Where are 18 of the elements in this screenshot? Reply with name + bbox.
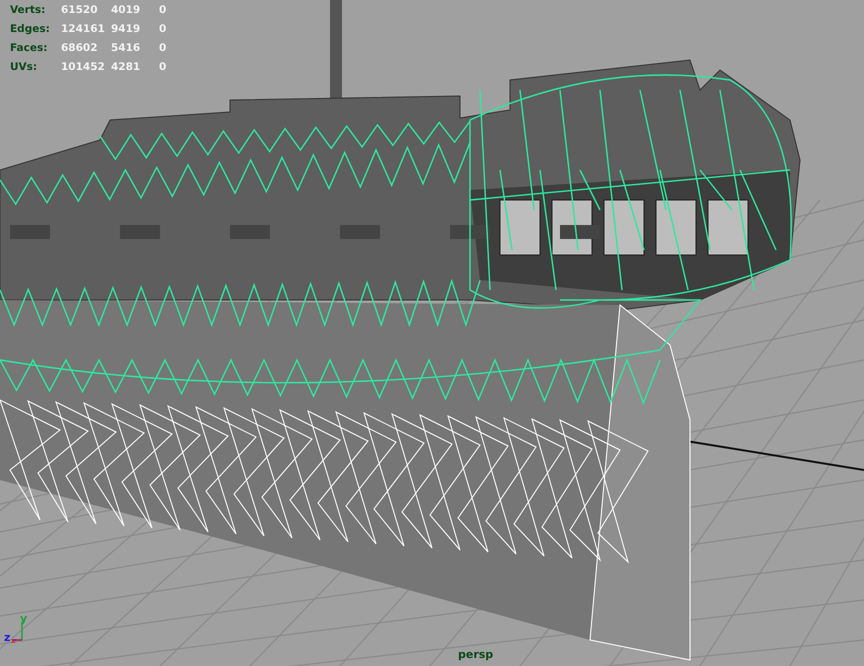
stat-value: 5416 — [111, 41, 142, 56]
stat-value: 0 — [159, 41, 168, 56]
stat-value: 4019 — [111, 3, 142, 18]
stat-label: Faces: — [10, 41, 48, 56]
stat-value: 124161 — [61, 22, 106, 37]
camera-label: persp — [458, 648, 494, 661]
stat-value: 68602 — [61, 41, 99, 56]
stat-label: Edges: — [10, 22, 51, 37]
stat-value: 9419 — [111, 22, 142, 37]
stat-value: 0 — [159, 3, 168, 18]
stat-value: 101452 — [61, 60, 106, 75]
stat-value: 0 — [159, 60, 168, 75]
axis-label: z — [4, 631, 10, 644]
stat-value: 4281 — [111, 60, 142, 75]
stat-label: UVs: — [10, 60, 38, 75]
stat-label: Verts: — [10, 3, 46, 18]
stat-value: 61520 — [61, 3, 99, 18]
stat-value: 0 — [159, 22, 168, 37]
